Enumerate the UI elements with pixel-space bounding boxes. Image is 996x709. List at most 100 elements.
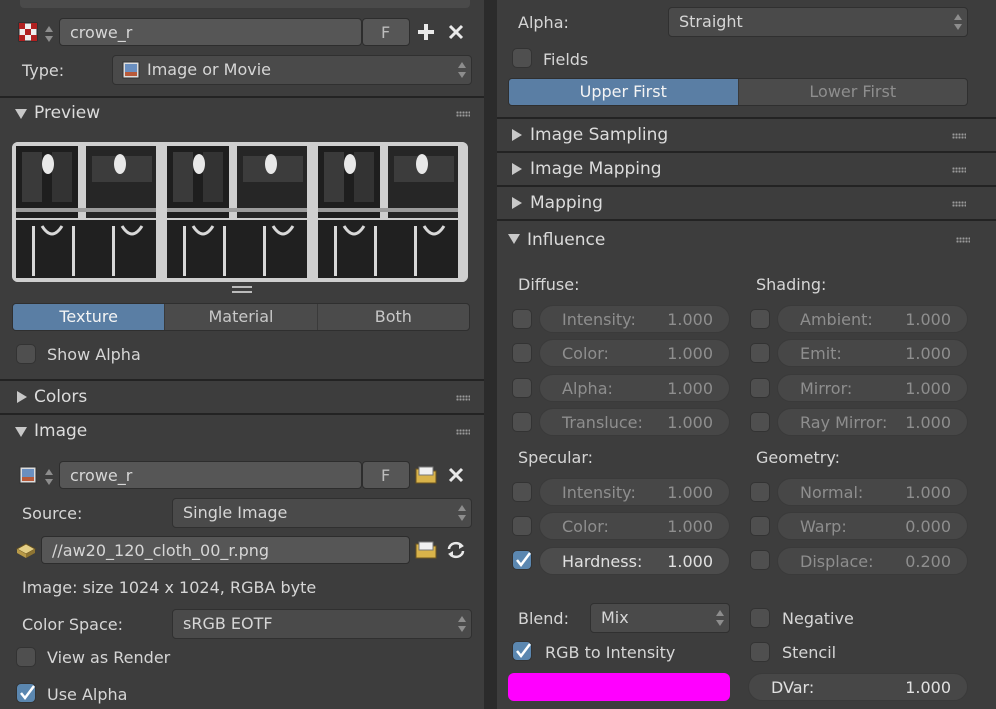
colors-panel-title[interactable]: Colors	[34, 387, 87, 407]
source-dropdown[interactable]: Single Image	[172, 498, 472, 528]
shading-ray-mirror-field[interactable]: Ray Mirror: 1.000	[777, 408, 968, 436]
show-alpha-checkbox[interactable]	[16, 344, 36, 364]
field-value: 0.200	[905, 552, 951, 571]
view-as-render-checkbox[interactable]	[16, 647, 36, 667]
unlink-texture-close-icon[interactable]	[444, 20, 468, 44]
shading-mirror-checkbox[interactable]	[750, 378, 770, 398]
texture-color-swatch[interactable]	[508, 673, 730, 701]
shading-emit-field[interactable]: Emit: 1.000	[777, 339, 968, 367]
mapping-grip-icon[interactable]	[952, 201, 966, 207]
image-sampling-grip-icon[interactable]	[952, 133, 966, 139]
preview-resize-handle[interactable]	[232, 286, 252, 288]
unlink-image-close-icon[interactable]	[444, 463, 468, 487]
specular-color-field[interactable]: Color: 1.000	[539, 512, 730, 540]
image-name-field[interactable]: crowe_r	[59, 461, 362, 489]
diffuse-intensity-checkbox[interactable]	[512, 309, 532, 329]
checkmark-icon	[20, 685, 35, 701]
stencil-checkbox[interactable]	[750, 642, 770, 662]
diffuse-color-checkbox[interactable]	[512, 343, 532, 363]
texture-properties-left: crowe_r F Type: Image or Movie Preview T…	[0, 0, 484, 709]
geometry-displace-field[interactable]: Displace: 0.200	[777, 547, 968, 575]
texture-name-field[interactable]: crowe_r	[59, 18, 362, 46]
preview-collapse-icon[interactable]	[15, 109, 27, 119]
source-dropdown-arrows	[457, 505, 467, 521]
preview-panel-title[interactable]: Preview	[34, 103, 100, 123]
geometry-warp-field[interactable]: Warp: 0.000	[777, 512, 968, 540]
specular-color-checkbox[interactable]	[512, 516, 532, 536]
field-label: Mirror:	[800, 379, 853, 398]
texture-preview-image	[12, 142, 468, 282]
image-fake-user-button[interactable]: F	[362, 461, 410, 489]
colors-expand-icon[interactable]	[17, 391, 27, 403]
geometry-normal-field[interactable]: Normal: 1.000	[777, 478, 968, 506]
image-mapping-expand-icon[interactable]	[512, 163, 522, 175]
use-alpha-checkbox[interactable]	[16, 683, 36, 703]
geometry-normal-checkbox[interactable]	[750, 482, 770, 502]
diffuse-intensity-field[interactable]: Intensity: 1.000	[539, 305, 730, 333]
dvar-field[interactable]: DVar: 1.000	[748, 673, 968, 701]
filepath-field[interactable]: //aw20_120_cloth_00_r.png	[41, 536, 410, 564]
browse-filepath-folder-icon[interactable]	[414, 538, 438, 562]
file-packed-icon[interactable]	[14, 538, 38, 562]
influence-grip-icon[interactable]	[956, 237, 970, 243]
upper-first-button[interactable]: Upper First	[509, 79, 739, 105]
field-value: 1.000	[905, 310, 951, 329]
influence-collapse-icon[interactable]	[508, 234, 520, 244]
image-collapse-icon[interactable]	[15, 427, 27, 437]
negative-checkbox[interactable]	[750, 608, 770, 628]
shading-ambient-field[interactable]: Ambient: 1.000	[777, 305, 968, 333]
field-label: Color:	[562, 517, 609, 536]
shading-emit-checkbox[interactable]	[750, 343, 770, 363]
diffuse-translucency-checkbox[interactable]	[512, 412, 532, 432]
influence-panel-title[interactable]: Influence	[527, 230, 605, 250]
image-browse-arrows[interactable]	[44, 469, 54, 485]
texture-name-text: crowe_r	[70, 23, 133, 42]
image-mapping-grip-icon[interactable]	[952, 167, 966, 173]
shading-section-title: Shading:	[756, 275, 827, 294]
preview-drag-grip-icon[interactable]	[456, 111, 470, 117]
texture-properties-right: Alpha: Straight Fields Upper First Lower…	[497, 0, 996, 709]
diffuse-translucency-field[interactable]: Transluce: 1.000	[539, 408, 730, 436]
tab-both[interactable]: Both	[318, 304, 469, 330]
color-space-dropdown[interactable]: sRGB EOTF	[172, 609, 472, 639]
new-texture-plus-icon[interactable]	[414, 20, 438, 44]
image-drag-grip-icon[interactable]	[456, 429, 470, 435]
mapping-panel-title[interactable]: Mapping	[530, 193, 603, 213]
mapping-expand-icon[interactable]	[512, 197, 522, 209]
specular-intensity-field[interactable]: Intensity: 1.000	[539, 478, 730, 506]
image-sampling-panel-title[interactable]: Image Sampling	[530, 125, 668, 145]
shading-mirror-field[interactable]: Mirror: 1.000	[777, 374, 968, 402]
shading-ambient-checkbox[interactable]	[750, 309, 770, 329]
preview-resize-handle-2[interactable]	[232, 291, 252, 293]
image-sampling-expand-icon[interactable]	[512, 129, 522, 141]
image-panel-title[interactable]: Image	[34, 421, 87, 441]
blend-mode-dropdown[interactable]: Mix	[590, 603, 730, 633]
diffuse-alpha-checkbox[interactable]	[512, 378, 532, 398]
alpha-mode-dropdown[interactable]: Straight	[668, 7, 968, 37]
geometry-warp-checkbox[interactable]	[750, 516, 770, 536]
type-dropdown[interactable]: Image or Movie	[112, 55, 472, 85]
colors-drag-grip-icon[interactable]	[456, 395, 470, 401]
image-browse-icon[interactable]	[16, 463, 40, 487]
image-mapping-panel-title[interactable]: Image Mapping	[530, 159, 662, 179]
texture-browse-arrows[interactable]	[44, 26, 54, 42]
tab-material[interactable]: Material	[165, 304, 318, 330]
field-label: Hardness:	[562, 552, 643, 571]
fields-checkbox[interactable]	[512, 48, 532, 68]
specular-intensity-checkbox[interactable]	[512, 482, 532, 502]
specular-hardness-field[interactable]: Hardness: 1.000	[539, 547, 730, 575]
texture-type-icon[interactable]	[16, 20, 40, 44]
reload-image-icon[interactable]	[444, 538, 468, 562]
divider	[0, 379, 484, 381]
type-label: Type:	[22, 61, 65, 80]
diffuse-color-field[interactable]: Color: 1.000	[539, 339, 730, 367]
shading-ray-mirror-checkbox[interactable]	[750, 412, 770, 432]
specular-hardness-checkbox[interactable]	[512, 550, 532, 570]
tab-texture[interactable]: Texture	[13, 304, 166, 330]
texture-fake-user-button[interactable]: F	[362, 18, 410, 46]
rgb-to-intensity-checkbox[interactable]	[512, 641, 532, 661]
geometry-displace-checkbox[interactable]	[750, 550, 770, 570]
diffuse-alpha-field[interactable]: Alpha: 1.000	[539, 374, 730, 402]
lower-first-button[interactable]: Lower First	[739, 79, 968, 105]
open-image-folder-icon[interactable]	[414, 463, 438, 487]
